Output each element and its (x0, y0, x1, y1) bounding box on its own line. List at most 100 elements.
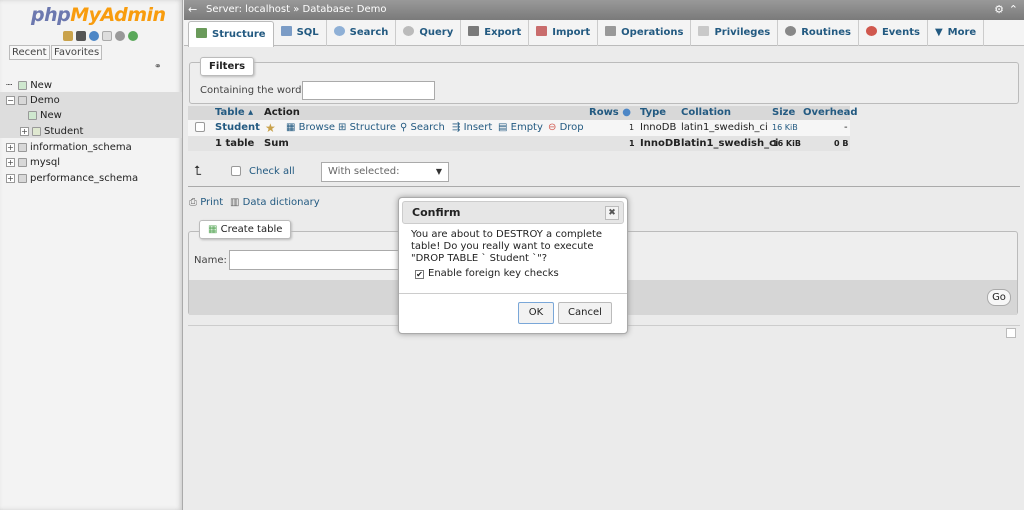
settings-icon[interactable] (115, 31, 125, 41)
tree-item-performance-schema[interactable]: + performance_schema (6, 171, 138, 186)
console-icon[interactable] (1006, 328, 1016, 338)
collation-value: latin1_swedish_ci (681, 122, 768, 133)
dialog-title: Confirm ✖ (402, 201, 624, 224)
tree-item-mysql[interactable]: + mysql (6, 155, 60, 170)
table-count: 1 table (215, 138, 255, 149)
phpmyadmin-logo[interactable]: phpMyAdmin (31, 4, 166, 26)
check-all[interactable]: Check all (231, 166, 295, 177)
col-collation[interactable]: Collation (681, 106, 731, 120)
go-button[interactable]: Go (987, 289, 1011, 306)
tab-bar: Structure SQL Search Query Export Import… (184, 20, 1024, 47)
rows-value: 1 (629, 123, 635, 132)
filter-input[interactable] (302, 81, 435, 100)
sum-row: 1 table Sum 1 InnoDB latin1_swedish_ci 1… (188, 136, 850, 151)
table-name-link[interactable]: Student (215, 120, 260, 136)
confirm-dialog: Confirm ✖ You are about to DESTROY a com… (398, 197, 628, 334)
sidebar-quick-icons (63, 31, 138, 41)
tab-import[interactable]: Import (529, 20, 599, 46)
sum-type: InnoDB (640, 138, 681, 149)
col-table[interactable]: Table ▴ (215, 106, 253, 120)
divider (399, 293, 627, 294)
insert-link[interactable]: ⇶ Insert (452, 120, 492, 136)
new-table-icon: ▦ (208, 224, 218, 235)
ok-button[interactable]: OK (518, 302, 554, 324)
tree-item-demo[interactable]: − Demo (6, 93, 60, 108)
dialog-message: You are about to DESTROY a complete tabl… (411, 229, 603, 264)
tab-search[interactable]: Search (327, 20, 397, 46)
tree-item-demo-new[interactable]: New (25, 108, 62, 123)
search-icon (333, 26, 345, 36)
tree-item-information-schema[interactable]: + information_schema (6, 140, 132, 155)
tab-query[interactable]: Query (396, 20, 462, 46)
print-link[interactable]: ⎙ Print (189, 197, 223, 208)
tab-routines[interactable]: Routines (778, 20, 859, 46)
privileges-icon (698, 26, 710, 36)
name-label: Name: (194, 255, 227, 266)
favorites-tab[interactable]: Favorites (51, 45, 103, 60)
sum-size: 16 KiB (772, 139, 801, 148)
printer-icon: ⎙ (189, 197, 197, 208)
tables-list: Table ▴ Action Rows ● Type Collation Siz… (188, 106, 858, 151)
breadcrumb-bar: ← Server: localhost » Database: Demo ⚙ ⌃ (184, 0, 1024, 20)
overhead-value: - (844, 122, 848, 133)
tab-privileges[interactable]: Privileges (691, 20, 779, 46)
tab-operations[interactable]: Operations (598, 20, 692, 46)
wrench-icon (605, 26, 617, 36)
tab-events[interactable]: Events (859, 20, 928, 46)
sum-rows: 1 (629, 139, 635, 148)
table-row: Student ★ ▦ Browse ⊞ Structure ⚲ Search … (188, 120, 850, 136)
sum-overhead: 0 B (834, 139, 849, 148)
gear-icon[interactable]: ⚙ (994, 0, 1004, 20)
row-checkbox[interactable] (195, 120, 205, 136)
empty-link[interactable]: ▤ Empty (498, 120, 543, 136)
size-value[interactable]: 16 KiB (772, 120, 798, 136)
recent-tab[interactable]: Recent (9, 45, 50, 60)
arrow-up-left-icon: ⮤ (194, 164, 202, 179)
help-icon[interactable]: ● (622, 107, 631, 118)
tree-item-student[interactable]: + Student (20, 124, 83, 139)
col-overhead[interactable]: Overhead (803, 106, 858, 120)
col-type[interactable]: Type (640, 106, 666, 120)
query-icon (403, 26, 415, 36)
col-size[interactable]: Size (772, 106, 795, 120)
browse-link[interactable]: ▦ Browse (286, 120, 335, 136)
navigation-sidebar: phpMyAdmin Recent Favorites ⚭ ┈ New − Dem… (0, 0, 183, 510)
search-link[interactable]: ⚲ Search (400, 120, 445, 136)
routines-icon (785, 26, 797, 36)
breadcrumb[interactable]: Server: localhost » Database: Demo (206, 0, 387, 20)
drop-link[interactable]: ⊖ Drop (548, 120, 584, 136)
reload-icon[interactable] (128, 31, 138, 41)
col-rows[interactable]: Rows ● (589, 106, 631, 120)
with-selected-select[interactable]: With selected: ▼ (321, 162, 449, 182)
caret-down-icon: ▼ (934, 27, 943, 38)
scroll-top-icon[interactable]: ⌃ (1009, 0, 1018, 20)
filters-fieldset: Filters Containing the word: (189, 57, 1019, 104)
collapse-arrow-icon[interactable]: ← (188, 0, 197, 20)
import-icon (536, 26, 548, 36)
table-header: Table ▴ Action Rows ● Type Collation Siz… (188, 106, 858, 120)
tree-item-new[interactable]: ┈ New (6, 78, 52, 93)
docs-icon[interactable] (102, 31, 112, 41)
help-icon[interactable] (89, 31, 99, 41)
filters-legend: Filters (200, 57, 255, 76)
foreign-key-checkbox[interactable]: ✔ Enable foreign key checks (415, 268, 559, 279)
sum-collation: latin1_swedish_ci (681, 138, 779, 149)
link-icon[interactable]: ⚭ (154, 62, 162, 72)
type-value: InnoDB (640, 122, 677, 133)
tab-more[interactable]: ▼ More (928, 20, 985, 46)
tab-sql[interactable]: SQL (274, 20, 327, 46)
table-name-input[interactable] (229, 250, 399, 270)
export-icon (468, 26, 480, 36)
structure-link[interactable]: ⊞ Structure (338, 120, 396, 136)
logout-icon[interactable] (76, 31, 86, 41)
tab-export[interactable]: Export (461, 20, 530, 46)
create-table-legend: ▦ Create table (199, 220, 292, 239)
data-dictionary-link[interactable]: ▥ Data dictionary (230, 197, 320, 208)
star-icon[interactable]: ★ (265, 120, 276, 136)
sql-icon (280, 26, 292, 36)
col-action: Action (264, 107, 300, 118)
cancel-button[interactable]: Cancel (558, 302, 612, 324)
tab-structure[interactable]: Structure (188, 21, 274, 47)
close-icon[interactable]: ✖ (605, 206, 619, 220)
home-icon[interactable] (63, 31, 73, 41)
